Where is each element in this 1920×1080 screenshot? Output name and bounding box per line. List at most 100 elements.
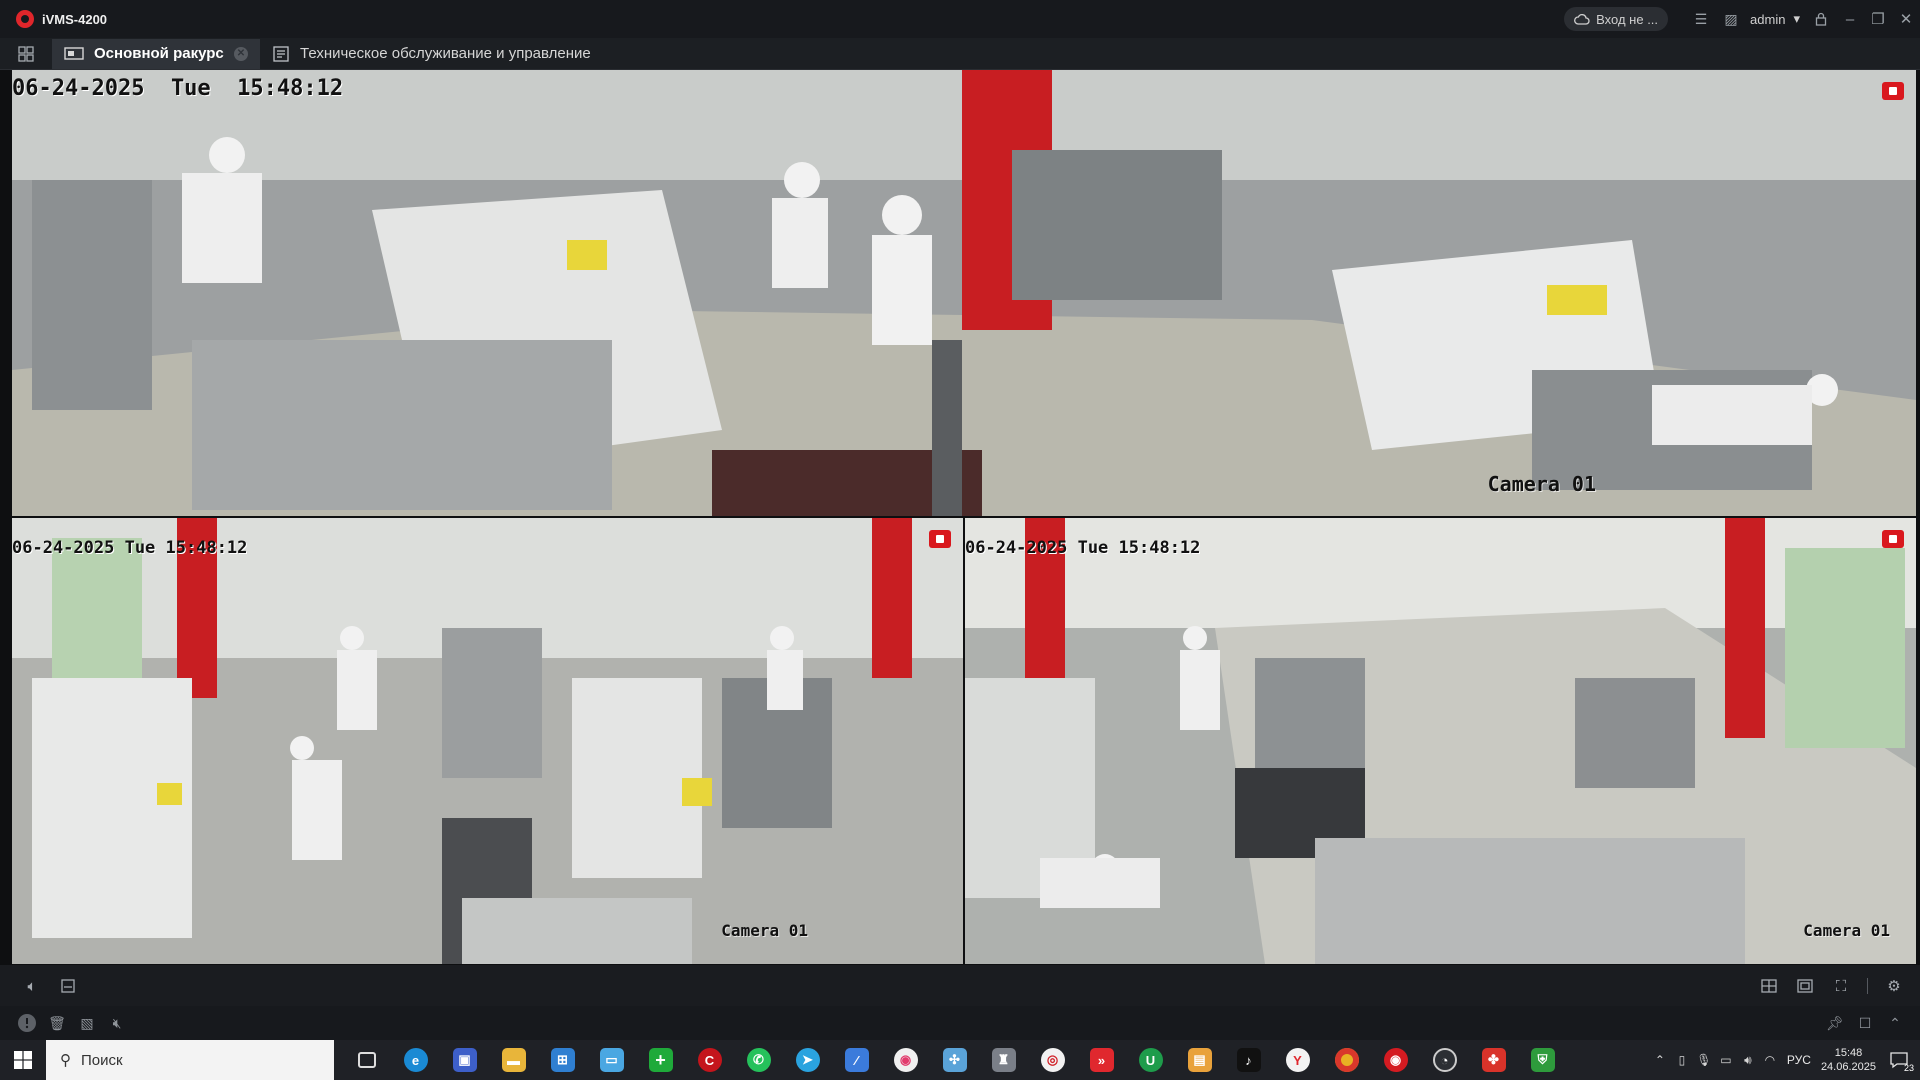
microsoft-store-icon[interactable]: ⊞ (538, 1040, 587, 1080)
image-icon[interactable]: ▧ (72, 1006, 102, 1040)
user-menu[interactable]: admin ▾ (1750, 11, 1800, 27)
pin-icon[interactable]: 📌︎ (1820, 1006, 1850, 1040)
app-logo-icon (16, 10, 34, 28)
microphone-icon[interactable]: 🎙︎ (1693, 1053, 1715, 1067)
grid-icon (18, 45, 34, 62)
chevron-up-icon[interactable]: ⌃ (1649, 1053, 1671, 1067)
tiktok-icon[interactable]: ♪ (1224, 1040, 1273, 1080)
volume-icon[interactable]: 🔊︎ (1737, 1053, 1759, 1068)
monitor-icon (64, 46, 84, 60)
tab-maintenance-label: Техническое обслуживание и управление (300, 45, 591, 62)
save-disk-icon[interactable]: ▣ (440, 1040, 489, 1080)
tab-main-view[interactable]: Основной ракурс ✕ (52, 38, 260, 69)
osd-timestamp: 06-24-2025 Tue 15:48:12 (965, 538, 1201, 558)
restore-button[interactable]: ❐ (1864, 0, 1892, 38)
live-view-right-controls: ⛶ ⚙ (1751, 970, 1912, 1002)
tab-bar: Основной ракурс ✕ Техническое обслуживан… (0, 38, 1920, 70)
blue-stroke-app-icon[interactable]: ⁄ (832, 1040, 881, 1080)
red-target-app-icon[interactable]: ◎ (1028, 1040, 1077, 1080)
red-c-app-icon[interactable]: C (685, 1040, 734, 1080)
username: admin (1750, 11, 1786, 27)
battery-icon[interactable]: ▭ (1715, 1053, 1737, 1067)
task-list-icon[interactable]: ☰ (1686, 0, 1716, 38)
clock-time: 15:48 (1834, 1047, 1863, 1059)
medical-plus-icon[interactable]: + (636, 1040, 685, 1080)
mute-icon[interactable]: 🔇︎ (102, 1006, 132, 1040)
ivms-app-icon[interactable]: ◉ (1371, 1040, 1420, 1080)
maximize-panel-icon[interactable]: ☐ (1850, 1006, 1880, 1040)
minimize-button[interactable]: – (1836, 0, 1864, 38)
toolbar-divider (1867, 978, 1868, 994)
cloud-icon (1574, 13, 1590, 25)
wifi-icon[interactable]: ◠ (1759, 1053, 1781, 1067)
shield-app-icon[interactable]: ⛨ (1518, 1040, 1567, 1080)
search-icon: ⚲ (60, 1052, 71, 1069)
close-button[interactable]: ✕ (1892, 0, 1920, 38)
live-view-area: 06-24-2025 Tue 15:48:12 Camera 01 06-24-… (0, 70, 1920, 965)
system-tray: ⌃ ▯ 🎙︎ ▭ 🔊︎ ◠ РУС 15:48 24.06.2025 23 (1649, 1040, 1920, 1080)
delete-icon[interactable]: 🗑︎ (42, 1006, 72, 1040)
tab-close-icon[interactable]: ✕ (234, 46, 248, 61)
file-explorer-icon[interactable]: ▬ (489, 1040, 538, 1080)
emblem-app-icon[interactable]: ♜ (979, 1040, 1028, 1080)
system-clock[interactable]: 15:48 24.06.2025 (1821, 1046, 1876, 1074)
phone-link-icon[interactable]: ▯ (1671, 1053, 1693, 1067)
chevron-down-icon: ▾ (1793, 11, 1800, 26)
osd-timestamp: 06-24-2025 Tue 15:48:12 (12, 76, 344, 101)
video-pane-3[interactable]: 06-24-2025 Tue 15:48:12 Camera 01 (965, 518, 1916, 964)
window-division-icon[interactable] (1751, 970, 1787, 1002)
taskbar-search[interactable]: ⚲ Поиск (46, 1040, 334, 1080)
input-language[interactable]: РУС (1787, 1053, 1811, 1067)
chrome-icon[interactable] (1322, 1040, 1371, 1080)
cloud-login-label: Вход не ... (1596, 11, 1659, 27)
tab-maintenance[interactable]: Техническое обслуживание и управление (260, 39, 603, 69)
clock-app-icon[interactable]: ◔ (1420, 1040, 1469, 1080)
colorful-app-icon[interactable]: ✤ (1469, 1040, 1518, 1080)
osd-camera-name: Camera 01 (1487, 472, 1596, 496)
task-view-icon[interactable] (342, 1040, 391, 1080)
document-app-icon[interactable]: ▤ (1175, 1040, 1224, 1080)
module-grid-button[interactable] (0, 38, 52, 70)
windows-start-button[interactable] (0, 1040, 46, 1080)
red-arrows-app-icon[interactable]: » (1077, 1040, 1126, 1080)
whatsapp-icon[interactable]: ✆ (734, 1040, 783, 1080)
speaker-icon[interactable]: 🔈︎ (14, 970, 50, 1002)
event-bar: 🗑︎ ▧ 🔇︎ 📌︎ ☐ ⌃ (0, 1006, 1920, 1040)
recording-icon (1882, 82, 1904, 100)
osd-timestamp: 06-24-2025 Tue 15:48:12 (12, 538, 248, 558)
notification-count: 23 (1903, 1063, 1914, 1073)
yandex-browser-icon[interactable]: Y (1273, 1040, 1322, 1080)
video-pane-1[interactable]: 06-24-2025 Tue 15:48:12 Camera 01 (12, 70, 1916, 516)
notification-center-icon[interactable]: 23 (1886, 1047, 1914, 1073)
image-gallery-icon[interactable]: ▨ (1716, 0, 1746, 38)
camera-feed-image (12, 518, 963, 964)
app-title: iVMS-4200 (42, 11, 108, 27)
monitor-app-icon[interactable]: ▭ (587, 1040, 636, 1080)
maintenance-icon (273, 45, 289, 62)
search-placeholder: Поиск (81, 1051, 123, 1069)
lock-icon[interactable] (1806, 0, 1836, 38)
save-view-icon[interactable] (50, 970, 86, 1002)
live-view-toolbar: 🔈︎ ⛶ ⚙ (0, 970, 1920, 1002)
cloud-login-button[interactable]: Вход не ... (1564, 7, 1669, 31)
telegram-icon[interactable]: ➤ (783, 1040, 832, 1080)
osd-camera-name: Camera 01 (721, 921, 808, 940)
video-pane-2[interactable]: 06-24-2025 Tue 15:48:12 Camera 01 (12, 518, 963, 964)
recording-icon (1882, 530, 1904, 548)
edge-browser-icon[interactable]: e (391, 1040, 440, 1080)
network-app-icon[interactable]: ✣ (930, 1040, 979, 1080)
chevron-up-icon[interactable]: ⌃ (1880, 1006, 1910, 1040)
windows-logo-icon (14, 1051, 32, 1069)
event-bar-right-controls: 📌︎ ☐ ⌃ (1820, 1006, 1910, 1040)
clock-date: 24.06.2025 (1820, 1061, 1876, 1073)
green-u-app-icon[interactable]: U (1126, 1040, 1175, 1080)
camera-feed-image (12, 70, 1916, 516)
taskbar-apps: e ▣ ▬ ⊞ ▭ + C ✆ ➤ ⁄ ◉ ✣ ♜ ◎ » U ▤ ♪ Y ◉ … (342, 1040, 1567, 1080)
fullscreen-icon[interactable]: ⛶ (1823, 970, 1859, 1002)
os-taskbar: ⚲ Поиск e ▣ ▬ ⊞ ▭ + C ✆ ➤ ⁄ ◉ ✣ ♜ ◎ » U … (0, 1040, 1920, 1080)
full-window-icon[interactable] (1787, 970, 1823, 1002)
alarm-warning-icon[interactable] (12, 1006, 42, 1040)
settings-gear-icon[interactable]: ⚙ (1876, 970, 1912, 1002)
title-bar-controls: Вход не ... ☰ ▨ admin ▾ – ❐ ✕ (1564, 0, 1920, 38)
pink-circle-app-icon[interactable]: ◉ (881, 1040, 930, 1080)
